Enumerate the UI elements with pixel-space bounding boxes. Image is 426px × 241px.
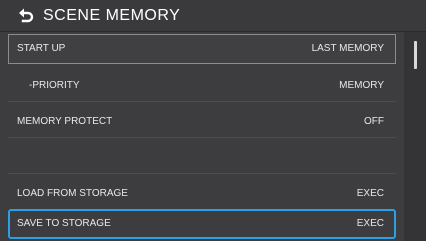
row-divider — [8, 137, 396, 138]
menu-item-save-to-storage[interactable]: SAVE TO STORAGE EXEC — [8, 209, 396, 239]
menu-list: START UP LAST MEMORY -PRIORITY MEMORY ME… — [0, 32, 404, 241]
menu-item-memory-protect[interactable]: MEMORY PROTECT OFF — [8, 107, 396, 137]
row-divider — [8, 173, 396, 174]
menu-item-label: LOAD FROM STORAGE — [17, 188, 128, 199]
menu-item-value: MEMORY — [339, 80, 384, 91]
menu-item-start-up[interactable]: START UP LAST MEMORY — [8, 34, 396, 64]
row-divider — [8, 101, 396, 102]
menu-item-label: START UP — [17, 43, 66, 54]
menu-item-label: SAVE TO STORAGE — [17, 218, 111, 229]
header-bar: SCENE MEMORY — [0, 0, 426, 32]
menu-item-label: MEMORY PROTECT — [17, 116, 113, 127]
menu-item-value: EXEC — [356, 188, 384, 199]
menu-item-label: -PRIORITY — [29, 80, 80, 91]
page-title: SCENE MEMORY — [43, 7, 181, 24]
menu-item-value: EXEC — [356, 218, 384, 229]
back-arrow-icon[interactable] — [18, 7, 34, 23]
menu-item-value: LAST MEMORY — [311, 43, 384, 54]
menu-item-empty — [8, 143, 396, 173]
scrollbar-thumb[interactable] — [414, 41, 417, 69]
scene-memory-screen: SCENE MEMORY START UP LAST MEMORY -PRIOR… — [0, 0, 426, 241]
menu-item-value: OFF — [364, 116, 384, 127]
menu-item-priority[interactable]: -PRIORITY MEMORY — [8, 71, 396, 101]
menu-item-load-from-storage[interactable]: LOAD FROM STORAGE EXEC — [8, 179, 396, 209]
